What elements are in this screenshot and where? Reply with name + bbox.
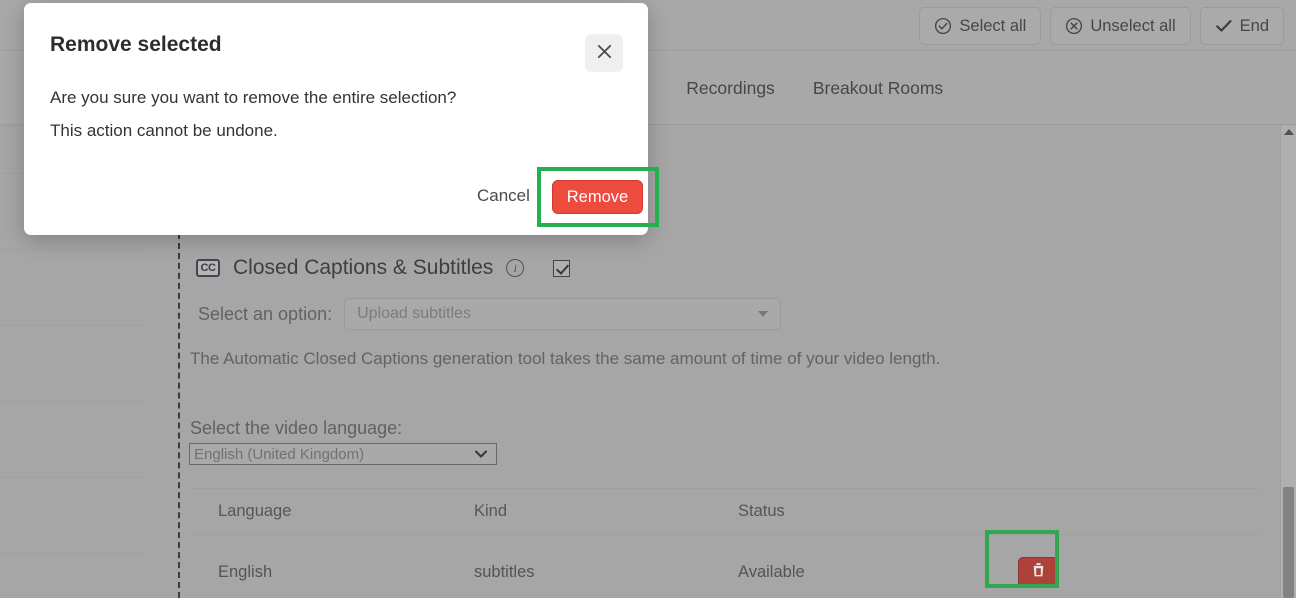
close-icon xyxy=(596,43,613,63)
remove-button[interactable]: Remove xyxy=(552,180,643,214)
dialog-message-line-2: This action cannot be undone. xyxy=(50,121,278,140)
dialog-title: Remove selected xyxy=(50,33,222,56)
close-dialog-button[interactable] xyxy=(585,34,623,72)
dialog-message-line-1: Are you sure you want to remove the enti… xyxy=(50,88,457,107)
remove-selected-dialog: Remove selected Are you sure you want to… xyxy=(24,3,659,235)
cancel-button[interactable]: Cancel xyxy=(471,185,536,207)
